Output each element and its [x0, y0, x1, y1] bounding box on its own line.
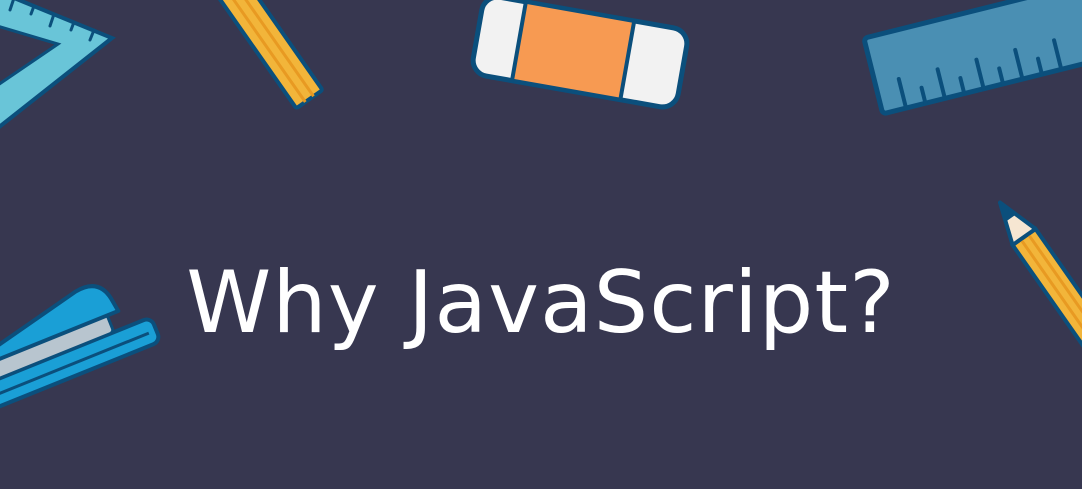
banner: Why JavaScript? [0, 0, 1082, 489]
ruler-icon [862, 0, 1082, 116]
banner-title: Why JavaScript? [186, 253, 896, 353]
decorative-illustration [0, 0, 1082, 416]
pencil-icon [197, 0, 324, 110]
set-square-icon [0, 0, 116, 129]
eraser-icon [470, 0, 690, 110]
